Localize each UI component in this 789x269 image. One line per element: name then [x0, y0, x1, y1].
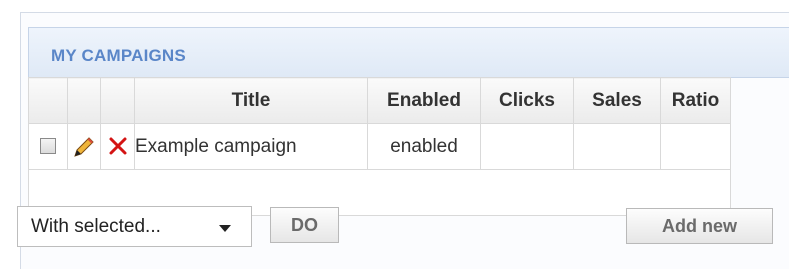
column-header-sales[interactable]: Sales: [573, 77, 661, 124]
panel-header: MY CAMPAIGNS: [28, 27, 789, 78]
edit-cell: [67, 123, 101, 170]
delete-cell: [100, 123, 135, 170]
sales-cell: [573, 123, 661, 170]
table-row: Example campaign enabled: [28, 123, 731, 170]
column-header-select: [28, 77, 68, 124]
column-header-ratio[interactable]: Ratio: [660, 77, 731, 124]
clicks-cell: [480, 123, 574, 170]
do-button[interactable]: DO: [270, 207, 339, 243]
column-header-clicks[interactable]: Clicks: [480, 77, 574, 124]
chevron-down-icon: [219, 225, 231, 232]
pencil-icon[interactable]: [72, 135, 96, 159]
add-new-button[interactable]: Add new: [626, 208, 773, 244]
column-header-delete: [100, 77, 135, 124]
campaign-title-cell[interactable]: Example campaign: [134, 123, 368, 170]
ratio-cell: [660, 123, 731, 170]
campaigns-table: Title Enabled Clicks Sales Ratio Example…: [28, 77, 731, 216]
delete-x-icon[interactable]: [107, 135, 129, 157]
bulk-action-selected: With selected...: [31, 216, 161, 237]
column-header-enabled[interactable]: Enabled: [367, 77, 481, 124]
row-select-cell: [28, 123, 68, 170]
column-header-title[interactable]: Title: [134, 77, 368, 124]
column-header-edit: [67, 77, 101, 124]
table-header-row: Title Enabled Clicks Sales Ratio: [28, 77, 731, 124]
enabled-status-cell[interactable]: enabled: [367, 123, 481, 170]
row-checkbox[interactable]: [40, 138, 56, 155]
bulk-action-select[interactable]: With selected...: [17, 206, 252, 247]
panel-title: MY CAMPAIGNS: [51, 46, 186, 65]
